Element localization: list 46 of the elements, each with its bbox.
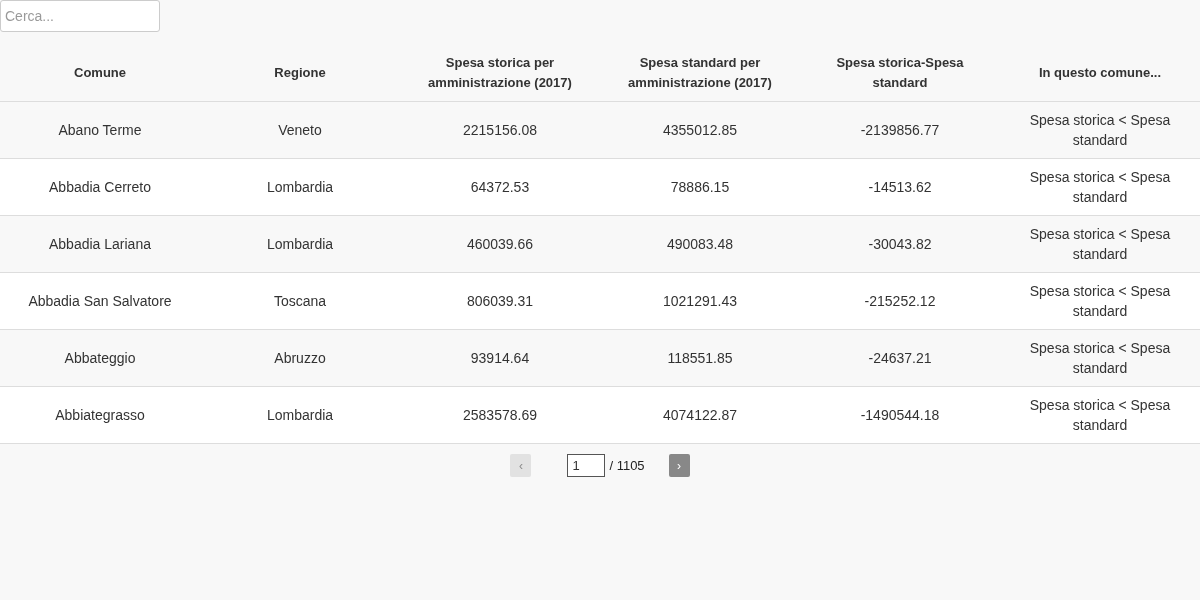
table-cell-text: Spesa storica < Spesa standard	[1028, 168, 1172, 207]
table-cell-text: Lombardia	[265, 235, 335, 254]
table-cell-text: Spesa storica < Spesa standard	[1028, 282, 1172, 321]
table-cell-text: Abbadia Cerreto	[48, 178, 152, 197]
page-number-field[interactable]: 1	[567, 454, 606, 477]
table-cell-text: 4355012.85	[662, 121, 738, 140]
table-cell-text: 2583578.69	[462, 406, 538, 425]
table-cell-text: Abbadia Lariana	[48, 235, 152, 254]
table-cell-text: Lombardia	[265, 406, 335, 425]
table-cell-text: -215252.12	[863, 292, 937, 311]
table-cell-text: Toscana	[272, 292, 328, 311]
table-cell-text: 806039.31	[465, 292, 535, 311]
table-cell-text: Abano Terme	[57, 121, 143, 140]
table-cell-text: 118551.85	[666, 349, 734, 368]
table-cell-text: Spesa storica < Spesa standard	[1028, 396, 1172, 435]
table-cell-text: 64372.53	[469, 178, 531, 197]
table-cell-text: 490083.48	[665, 235, 735, 254]
table-cell-text: 4074122.87	[662, 406, 738, 425]
table-cell-text: -1490544.18	[859, 406, 941, 425]
table-cell-text: Abbiategrasso	[54, 406, 146, 425]
table-cell-text: -30043.82	[867, 235, 933, 254]
column-header: In questo comune...	[1037, 63, 1163, 82]
column-header: Comune	[73, 63, 127, 82]
table-cell-text: -14513.62	[867, 178, 933, 197]
table-cell-text: 78886.15	[669, 178, 731, 197]
table-cell-text: -2139856.77	[859, 121, 941, 140]
column-header: Spesa standard per amministrazione (2017)	[627, 53, 773, 92]
page-total: / 1105	[609, 456, 645, 475]
column-header: Spesa storica-Spesa standard	[835, 53, 965, 92]
table-cell-text: -24637.21	[867, 349, 933, 368]
search-field[interactable]: Cerca...	[0, 0, 160, 32]
table-cell-text: Spesa storica < Spesa standard	[1028, 111, 1172, 150]
table-cell-text: Lombardia	[265, 178, 335, 197]
table-cell-text: 2215156.08	[462, 121, 538, 140]
table-cell-text: Abruzzo	[273, 349, 327, 368]
column-header: Spesa storica per amministrazione (2017)	[427, 53, 573, 92]
next-page-button[interactable]: ›	[668, 454, 690, 477]
table-cell-text: Abbateggio	[63, 349, 137, 368]
table-cell-text: 460039.66	[465, 235, 535, 254]
column-header: Regione	[273, 63, 327, 82]
table-cell-text: Spesa storica < Spesa standard	[1028, 225, 1172, 264]
table-cell-text: Veneto	[277, 121, 323, 140]
table-cell-text: 93914.64	[469, 349, 531, 368]
table-cell-text: Spesa storica < Spesa standard	[1028, 339, 1172, 378]
table-cell-text: Abbadia San Salvatore	[27, 292, 173, 311]
table-cell-text: 1021291.43	[662, 292, 738, 311]
